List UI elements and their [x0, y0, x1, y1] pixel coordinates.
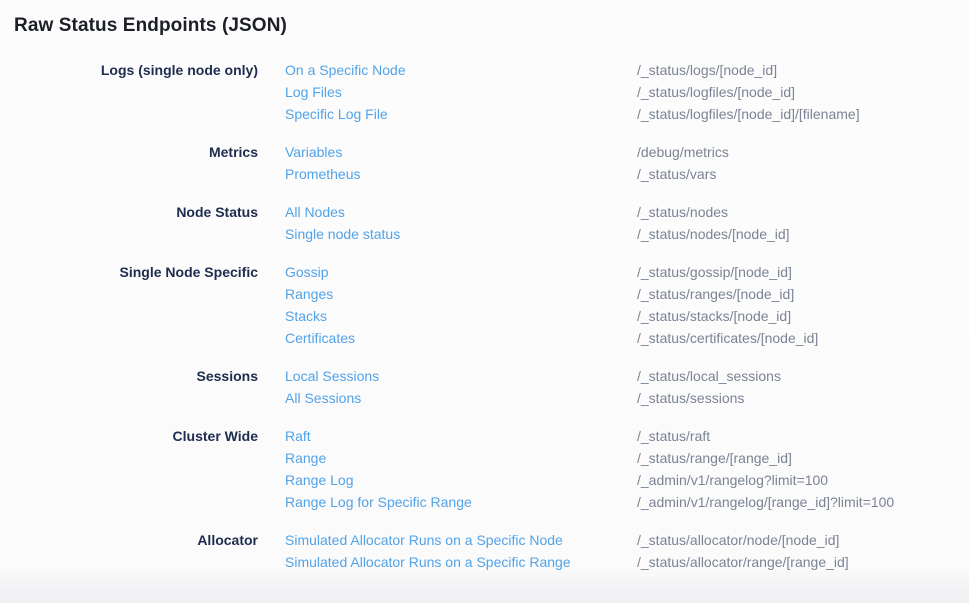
- endpoint-row: Prometheus/_status/vars: [285, 163, 955, 185]
- endpoint-group: Cluster Wide Raft/_status/raftRange/_stat…: [14, 425, 955, 513]
- group-entries: All Nodes/_status/nodesSingle node statu…: [285, 201, 955, 245]
- endpoint-link[interactable]: Range Log: [285, 469, 637, 491]
- endpoint-row: Certificates/_status/certificates/[node_…: [285, 327, 955, 349]
- endpoint-link[interactable]: On a Specific Node: [285, 59, 637, 81]
- endpoint-link[interactable]: Log Files: [285, 81, 637, 103]
- endpoint-group: Logs (single node only) On a Specific Nod…: [14, 59, 955, 125]
- endpoint-path: /_status/logs/[node_id]: [637, 59, 777, 81]
- endpoint-row: Gossip/_status/gossip/[node_id]: [285, 261, 955, 283]
- page-title: Raw Status Endpoints (JSON): [14, 13, 955, 39]
- endpoint-link[interactable]: Simulated Allocator Runs on a Specific N…: [285, 529, 637, 551]
- endpoint-row: Range Log for Specific Range/_admin/v1/r…: [285, 491, 955, 513]
- group-label: Single Node Specific: [14, 261, 258, 283]
- endpoint-link[interactable]: Gossip: [285, 261, 637, 283]
- endpoint-row: All Sessions/_status/sessions: [285, 387, 955, 409]
- endpoint-row: Range/_status/range/[range_id]: [285, 447, 955, 469]
- group-entries: Raft/_status/raftRange/_status/range/[ra…: [285, 425, 955, 513]
- endpoint-link[interactable]: All Sessions: [285, 387, 637, 409]
- endpoint-path: /_admin/v1/rangelog/[range_id]?limit=100: [637, 491, 894, 513]
- endpoint-link[interactable]: Range Log for Specific Range: [285, 491, 637, 513]
- endpoint-link[interactable]: Variables: [285, 141, 637, 163]
- endpoint-link[interactable]: Local Sessions: [285, 365, 637, 387]
- endpoint-path: /_status/certificates/[node_id]: [637, 327, 818, 349]
- endpoint-path: /_status/gossip/[node_id]: [637, 261, 792, 283]
- endpoint-path: /_admin/v1/rangelog?limit=100: [637, 469, 828, 491]
- group-label: Sessions: [14, 365, 258, 387]
- endpoint-row: All Nodes/_status/nodes: [285, 201, 955, 223]
- endpoint-link[interactable]: Stacks: [285, 305, 637, 327]
- endpoint-row: Stacks/_status/stacks/[node_id]: [285, 305, 955, 327]
- endpoint-path: /_status/nodes: [637, 201, 728, 223]
- group-entries: Variables/debug/metricsPrometheus/_statu…: [285, 141, 955, 185]
- endpoint-link[interactable]: Single node status: [285, 223, 637, 245]
- endpoint-row: On a Specific Node/_status/logs/[node_id…: [285, 59, 955, 81]
- endpoint-path: /_status/ranges/[node_id]: [637, 283, 794, 305]
- endpoint-row: Specific Log File/_status/logfiles/[node…: [285, 103, 955, 125]
- endpoint-path: /_status/sessions: [637, 387, 744, 409]
- endpoint-row: Ranges/_status/ranges/[node_id]: [285, 283, 955, 305]
- group-entries: Simulated Allocator Runs on a Specific N…: [285, 529, 955, 573]
- group-label: Allocator: [14, 529, 258, 551]
- endpoint-path: /_status/logfiles/[node_id]/[filename]: [637, 103, 860, 125]
- endpoint-path: /_status/allocator/node/[node_id]: [637, 529, 839, 551]
- endpoint-link[interactable]: Range: [285, 447, 637, 469]
- endpoint-row: Range Log/_admin/v1/rangelog?limit=100: [285, 469, 955, 491]
- endpoint-path: /_status/local_sessions: [637, 365, 781, 387]
- endpoint-path: /_status/stacks/[node_id]: [637, 305, 791, 327]
- endpoint-link[interactable]: Certificates: [285, 327, 637, 349]
- endpoint-row: Simulated Allocator Runs on a Specific N…: [285, 529, 955, 551]
- endpoint-link[interactable]: Simulated Allocator Runs on a Specific R…: [285, 551, 637, 573]
- endpoint-path: /_status/nodes/[node_id]: [637, 223, 790, 245]
- group-entries: Gossip/_status/gossip/[node_id]Ranges/_s…: [285, 261, 955, 349]
- group-label: Logs (single node only): [14, 59, 258, 81]
- debug-endpoints-page: Raw Status Endpoints (JSON) Logs (single…: [0, 0, 969, 603]
- endpoint-row: Raft/_status/raft: [285, 425, 955, 447]
- endpoint-row: Local Sessions/_status/local_sessions: [285, 365, 955, 387]
- group-label: Metrics: [14, 141, 258, 163]
- group-entries: On a Specific Node/_status/logs/[node_id…: [285, 59, 955, 125]
- endpoint-path: /_status/vars: [637, 163, 716, 185]
- endpoint-link[interactable]: Raft: [285, 425, 637, 447]
- endpoint-group: Metrics Variables/debug/metricsPrometheus…: [14, 141, 955, 185]
- endpoint-path: /debug/metrics: [637, 141, 729, 163]
- endpoint-path: /_status/logfiles/[node_id]: [637, 81, 795, 103]
- endpoint-row: Simulated Allocator Runs on a Specific R…: [285, 551, 955, 573]
- endpoint-row: Single node status/_status/nodes/[node_i…: [285, 223, 955, 245]
- group-entries: Local Sessions/_status/local_sessionsAll…: [285, 365, 955, 409]
- endpoint-path: /_status/allocator/range/[range_id]: [637, 551, 849, 573]
- endpoint-path: /_status/range/[range_id]: [637, 447, 792, 469]
- endpoint-link[interactable]: Prometheus: [285, 163, 637, 185]
- endpoint-group: Single Node Specific Gossip/_status/gossi…: [14, 261, 955, 349]
- endpoint-path: /_status/raft: [637, 425, 710, 447]
- endpoint-row: Variables/debug/metrics: [285, 141, 955, 163]
- group-label: Cluster Wide: [14, 425, 258, 447]
- endpoint-link[interactable]: All Nodes: [285, 201, 637, 223]
- endpoint-group: Node Status All Nodes/_status/nodesSingle…: [14, 201, 955, 245]
- group-label: Node Status: [14, 201, 258, 223]
- endpoint-row: Log Files/_status/logfiles/[node_id]: [285, 81, 955, 103]
- endpoint-link[interactable]: Ranges: [285, 283, 637, 305]
- endpoint-groups: Logs (single node only) On a Specific Nod…: [14, 59, 955, 573]
- endpoint-group: Sessions Local Sessions/_status/local_ses…: [14, 365, 955, 409]
- endpoint-group: Allocator Simulated Allocator Runs on a S…: [14, 529, 955, 573]
- endpoint-link[interactable]: Specific Log File: [285, 103, 637, 125]
